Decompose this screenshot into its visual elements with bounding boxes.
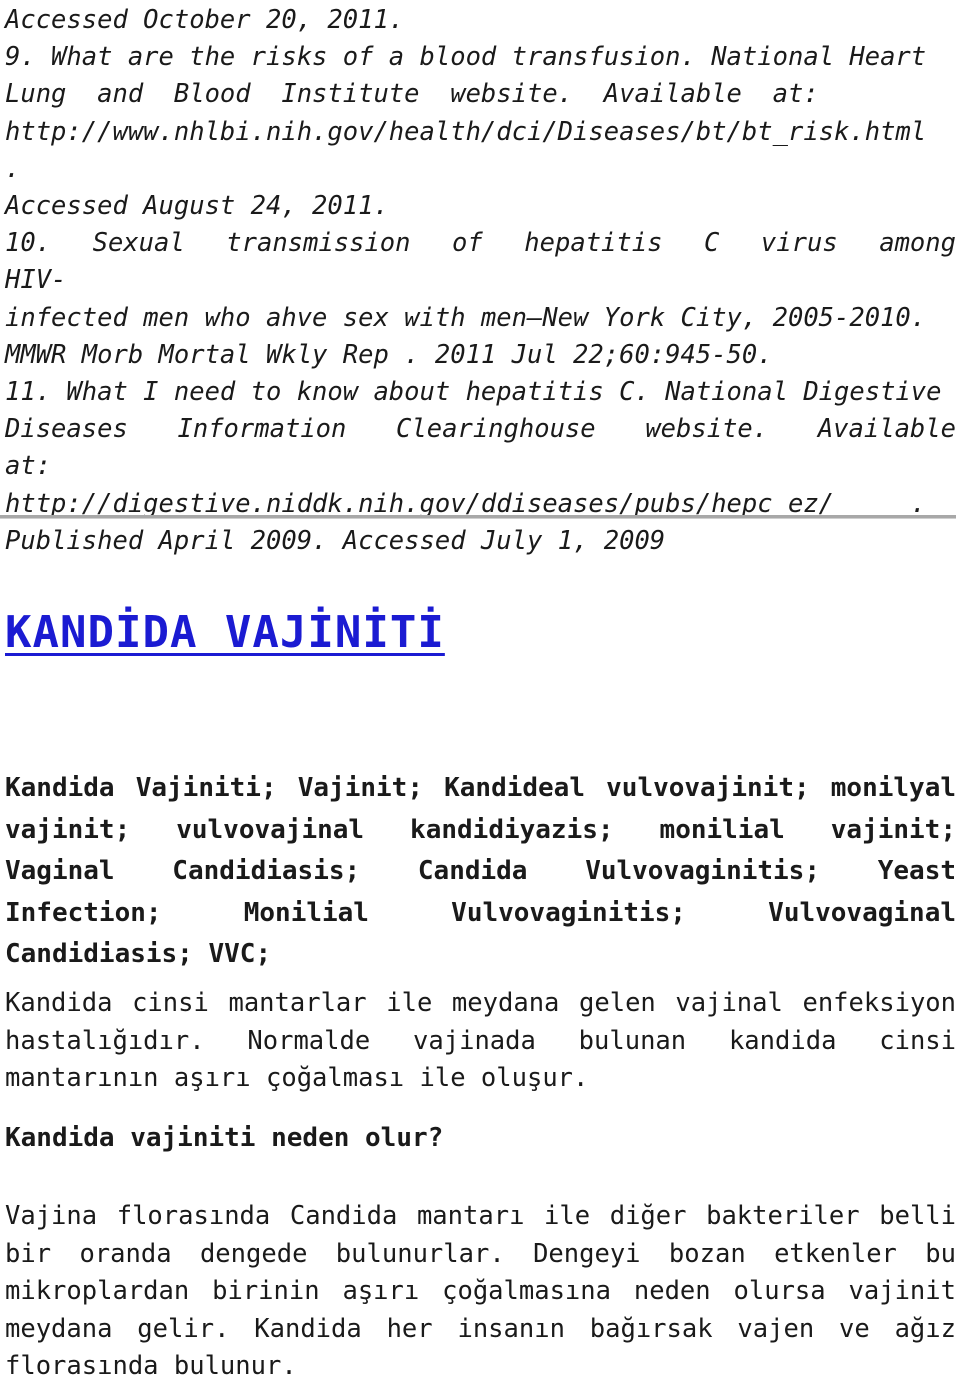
reference-line: 11. What I need to know about hepatitis … <box>5 377 942 408</box>
references-block: Accessed October 20, 2011. 9. What are t… <box>5 0 956 560</box>
reference-line: http://www.nhlbi.nih.gov/health/dci/Dise… <box>5 116 942 184</box>
section-divider <box>0 515 956 521</box>
horizontal-rule-icon <box>0 515 956 519</box>
reference-line: Accessed October 20, 2011. <box>5 5 405 35</box>
reference-line: 9. What are the risks of a blood transfu… <box>5 42 927 73</box>
reference-line: Published April 2009. Accessed July 1, 2… <box>5 525 666 556</box>
reference-line: 10. Sexual transmission of hepatitis C v… <box>5 228 956 296</box>
intro-paragraph: Kandida cinsi mantarlar ile meydana gele… <box>5 988 956 1093</box>
synonyms-list: Kandida Vajiniti; Vajinit; Kandideal vul… <box>5 773 956 969</box>
causes-paragraph: Vajina florasında Candida mantarı ile di… <box>5 1201 956 1381</box>
section-heading-causes: Kandida vajiniti neden olur? <box>5 1123 444 1153</box>
page-title: KANDİDA VAJİNİTİ <box>5 607 445 658</box>
reference-line: Diseases Information Clearinghouse websi… <box>5 414 956 482</box>
document-page: Accessed October 20, 2011. 9. What are t… <box>0 0 960 1381</box>
reference-line: MMWR Morb Mortal Wkly Rep . 2011 Jul 22;… <box>5 339 773 370</box>
reference-line: infected men who ahve sex with men—New Y… <box>5 302 927 333</box>
reference-line: Lung and Blood Institute website. Availa… <box>5 79 819 110</box>
reference-line: Accessed August 24, 2011. <box>5 191 389 222</box>
